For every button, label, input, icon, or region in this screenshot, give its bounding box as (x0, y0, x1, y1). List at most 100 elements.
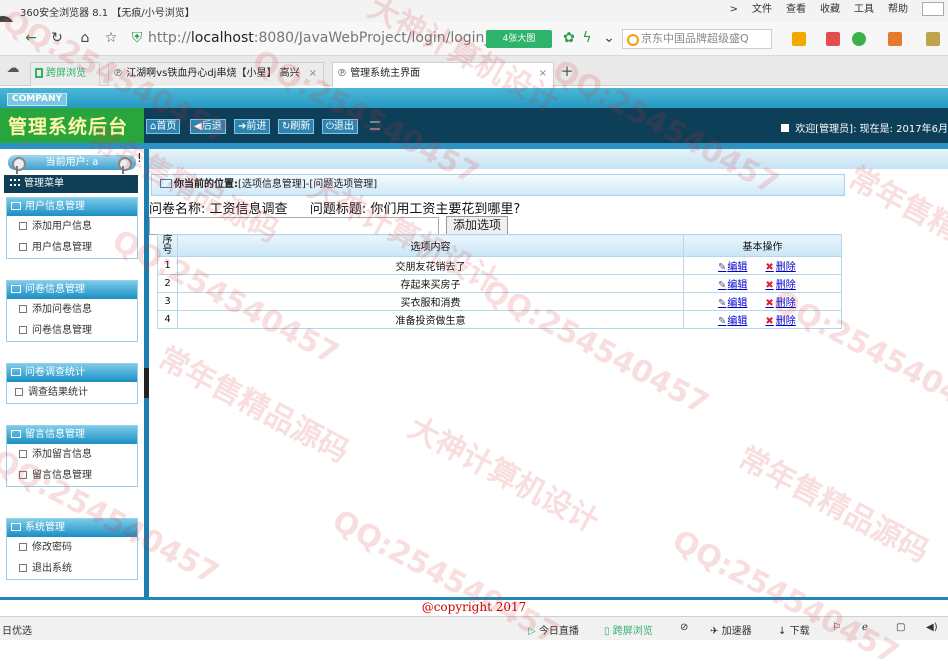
delete-link[interactable]: 删除 (765, 280, 795, 291)
menu-header-label: 管理菜单 (24, 178, 64, 189)
group-header[interactable]: 问卷信息管理 (7, 281, 137, 299)
extension-icon[interactable] (926, 32, 940, 46)
forward-button[interactable]: ➔前进 (234, 119, 271, 134)
back-arrow-icon[interactable]: ← (22, 29, 40, 47)
group-title: 问卷信息管理 (25, 284, 85, 295)
breadcrumb: 你当前的位置:[选项信息管理]-[问题选项管理] (151, 174, 845, 196)
list-icon (11, 523, 21, 531)
address-bar[interactable]: http://localhost:8080/JavaWebProject/log… (148, 30, 488, 50)
status-live[interactable]: ▷ 今日直播 (528, 622, 579, 637)
delete-link[interactable]: 删除 (765, 262, 795, 273)
volume-icon[interactable]: ◀) (926, 622, 938, 633)
reload-icon[interactable]: ↻ (48, 29, 66, 47)
home-icon[interactable]: ⌂ (76, 29, 94, 47)
row-actions: 编辑 删除 (683, 310, 842, 329)
menu-help[interactable]: 帮助 (888, 2, 908, 18)
cloud-icon[interactable]: ☁ (4, 60, 22, 78)
sidebar-item-user-manage[interactable]: 用户信息管理 (7, 237, 137, 258)
security-icon[interactable] (852, 32, 866, 46)
menu-view[interactable]: 查看 (786, 2, 806, 18)
option-input[interactable] (149, 217, 439, 235)
welcome-text: 欢迎[管理员]: 现在是: 2017年6月 (781, 120, 948, 135)
tab-page-icon: ℗ (337, 68, 351, 79)
sidebar-item-change-password[interactable]: 修改密码 (7, 537, 137, 558)
row-content: 存起来买房子 (177, 274, 684, 293)
sidebar-item-add-user[interactable]: 添加用户信息 (7, 216, 137, 237)
status-accelerator[interactable]: ✈ 加速器 (710, 622, 752, 637)
tab-music[interactable]: ℗ 江湖啊vs铁血丹心dj串烧【小星】 高兴 × (108, 62, 324, 86)
compat-icon[interactable]: ✿ (560, 29, 578, 47)
sidebar-item-label: 用户信息管理 (32, 242, 92, 253)
shirt-icon[interactable] (922, 2, 944, 16)
edit-link[interactable]: 编辑 (718, 298, 747, 309)
group-survey-stats: 问卷调查统计 调查结果统计 (6, 363, 138, 404)
status-download[interactable]: ↓ 下载 (778, 622, 810, 637)
page-icon (15, 388, 23, 396)
delete-link[interactable]: 删除 (765, 316, 795, 327)
window-icon[interactable]: ▢ (896, 622, 905, 633)
back-button[interactable]: ◀后退 (190, 119, 226, 134)
group-header[interactable]: 系统管理 (7, 519, 137, 537)
mail-icon[interactable] (826, 32, 840, 46)
group-user-info: 用户信息管理 添加用户信息 用户信息管理 (6, 197, 138, 259)
status-cross-screen[interactable]: ▯ 跨屏浏览 (604, 622, 653, 637)
menu-tools[interactable]: 工具 (854, 2, 874, 18)
column-header-index: 序号 (157, 234, 178, 257)
brand-title: 管理系统后台 (8, 116, 129, 138)
flag-icon[interactable]: ⚐ (832, 622, 841, 633)
add-option-button[interactable]: 添加选项 (446, 216, 508, 235)
big-image-button[interactable]: 4张大图 (486, 30, 552, 48)
sidebar-item-survey-manage[interactable]: 问卷信息管理 (7, 320, 137, 341)
row-index: 3 (157, 292, 178, 311)
edit-link[interactable]: 编辑 (718, 262, 747, 273)
group-header[interactable]: 留言信息管理 (7, 426, 137, 444)
close-icon[interactable]: × (309, 63, 317, 85)
ie-icon[interactable]: ℯ (862, 622, 868, 633)
menu-header: 管理菜单 (4, 175, 138, 193)
tab-cross-screen[interactable]: 跨屏浏览 (30, 62, 100, 86)
apps-icon[interactable] (792, 32, 806, 46)
speed-icon[interactable]: ϟ (578, 29, 596, 47)
menu-favorites[interactable]: 收藏 (820, 2, 840, 18)
survey-name: 工资信息调查 (209, 202, 288, 217)
refresh-button[interactable]: ↻刷新 (278, 119, 315, 134)
tab-page-icon: ℗ (113, 68, 127, 79)
group-title: 留言信息管理 (25, 429, 85, 440)
back-icon: ◀ (194, 121, 202, 132)
translate-icon[interactable] (888, 32, 902, 46)
main-content: ! 你当前的位置:[选项信息管理]-[问题选项管理] 问卷名称: 工资信息调查 … (137, 149, 948, 597)
sidebar-item-message-manage[interactable]: 留言信息管理 (7, 465, 137, 486)
sidebar-item-add-message[interactable]: 添加留言信息 (7, 444, 137, 465)
browser-title: 360安全浏览器 8.1 【无痕/小号浏览】 (20, 8, 195, 19)
group-message-info: 留言信息管理 添加留言信息 留言信息管理 (6, 425, 138, 487)
company-logo: COMPANY (7, 93, 67, 106)
tab-label: 管理系统主界面 (350, 68, 421, 79)
menu-more[interactable]: > (730, 2, 738, 18)
top-toolbar: ⌂首页 ◀后退 ➔前进 ↻刷新 ⏻退出 欢迎[管理员]: 现在是: 2017年6… (144, 108, 948, 143)
group-header[interactable]: 问卷调查统计 (7, 364, 137, 382)
window-icon (160, 179, 172, 188)
search-input[interactable]: 京东中国品牌超级盛Q (622, 29, 772, 49)
sidebar-item-label: 添加问卷信息 (32, 304, 92, 315)
close-icon[interactable]: × (539, 63, 547, 85)
tab-admin-main[interactable]: ℗ 管理系统主界面 × (332, 62, 554, 87)
pin-icon (12, 157, 26, 175)
star-icon[interactable]: ☆ (102, 29, 120, 47)
page-icon (19, 543, 27, 551)
chevron-down-icon[interactable]: ⌄ (600, 29, 618, 47)
delete-link[interactable]: 删除 (765, 298, 795, 309)
new-tab-icon[interactable]: + (558, 62, 576, 80)
sidebar-item-add-survey[interactable]: 添加问卷信息 (7, 299, 137, 320)
group-header[interactable]: 用户信息管理 (7, 198, 137, 216)
power-icon: ⏻ (326, 121, 334, 132)
edit-link[interactable]: 编辑 (718, 316, 747, 327)
home-button[interactable]: ⌂首页 (146, 119, 181, 134)
sidebar-item-exit[interactable]: 退出系统 (7, 558, 137, 579)
sidebar: 当前用户: a 管理菜单 用户信息管理 添加用户信息 用户信息管理 问卷信息管理… (0, 149, 144, 597)
edit-link[interactable]: 编辑 (718, 280, 747, 291)
browser-title-bar: 360安全浏览器 8.1 【无痕/小号浏览】 > 文件 查看 收藏 工具 帮助 (0, 0, 948, 22)
logout-button[interactable]: ⏻退出 (322, 119, 358, 134)
menu-file[interactable]: 文件 (752, 2, 772, 18)
status-tool-icon[interactable]: ⊘ (680, 622, 688, 633)
sidebar-item-result-stats[interactable]: 调查结果统计 (7, 382, 137, 403)
